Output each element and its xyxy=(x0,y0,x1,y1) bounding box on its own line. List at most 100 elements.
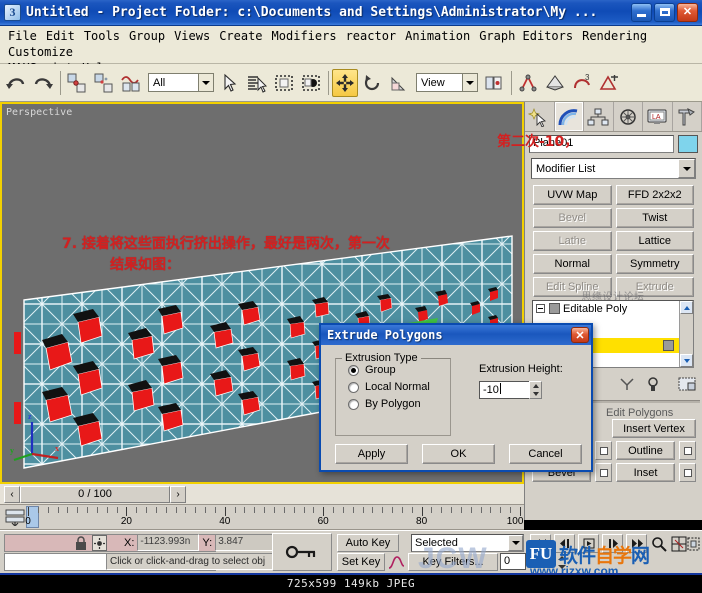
menu-item-tools[interactable]: Tools xyxy=(80,28,125,44)
previous-frame-button[interactable] xyxy=(554,534,575,553)
modifier-button-uvw-map[interactable]: UVW Map xyxy=(533,185,612,205)
set-key-button[interactable]: Set Key xyxy=(337,553,385,571)
radio-group-icon[interactable] xyxy=(348,364,359,376)
go-to-end-button[interactable] xyxy=(626,534,647,553)
next-frame-button[interactable] xyxy=(602,534,623,553)
select-and-scale-button[interactable] xyxy=(386,69,412,97)
outline-button[interactable]: Outline xyxy=(616,441,675,460)
ok-button[interactable]: OK xyxy=(422,444,495,464)
selection-lock-icon[interactable] xyxy=(74,536,88,551)
menu-item-rendering[interactable]: Rendering xyxy=(578,28,652,44)
cancel-button[interactable]: Cancel xyxy=(509,444,582,464)
snaps-toggle-button[interactable] xyxy=(515,69,541,97)
menu-item-file[interactable]: File xyxy=(4,28,42,44)
inset-button[interactable]: Inset xyxy=(616,463,675,482)
play-animation-button[interactable] xyxy=(578,534,599,553)
use-pivot-point-center-button[interactable] xyxy=(481,69,507,97)
dialog-close-button[interactable]: ✕ xyxy=(571,327,589,343)
maximize-button[interactable] xyxy=(654,3,675,22)
selection-filter-dropdown[interactable]: All xyxy=(148,73,214,92)
key-frame-input[interactable]: 0 xyxy=(500,553,526,570)
menu-item-graph-editors[interactable]: Graph Editors xyxy=(475,28,578,44)
modifier-button-twist[interactable]: Twist xyxy=(615,208,694,228)
modifier-button-symmetry[interactable]: Symmetry xyxy=(615,254,694,274)
absolute-relative-mode-icon[interactable] xyxy=(92,535,107,551)
expand-collapse-icon[interactable] xyxy=(536,304,545,313)
track-bar[interactable]: 0 20 40 60 80 100 xyxy=(0,505,524,530)
default-in-out-curves-icon[interactable] xyxy=(388,554,405,570)
menu-item-customize[interactable]: Customize xyxy=(4,44,78,60)
apply-button[interactable]: Apply xyxy=(335,444,408,464)
tab-modify[interactable] xyxy=(554,102,584,131)
array-button[interactable]: 3 xyxy=(569,69,595,97)
minimize-button[interactable] xyxy=(631,3,652,22)
configure-modifier-sets-icon[interactable] xyxy=(676,374,698,394)
x-coordinate-field[interactable]: -1123.993n xyxy=(137,534,200,551)
extrude-settings-button[interactable] xyxy=(595,441,612,460)
select-and-rotate-button[interactable] xyxy=(359,69,385,97)
tab-create[interactable] xyxy=(525,102,555,131)
select-and-link-button[interactable] xyxy=(64,69,90,97)
unlink-selection-button[interactable] xyxy=(91,69,117,97)
radio-local-normal-icon[interactable] xyxy=(348,381,359,393)
next-frame-arrow[interactable]: › xyxy=(170,485,186,503)
menu-item-animation[interactable]: Animation xyxy=(401,28,475,44)
menu-item-reactor[interactable]: reactor xyxy=(342,28,402,44)
extrusion-height-input[interactable]: -10 xyxy=(479,381,529,399)
key-filters-button[interactable]: Key Filters... xyxy=(408,553,498,571)
go-to-start-button[interactable] xyxy=(530,534,551,553)
modifier-button-normal[interactable]: Normal xyxy=(533,254,612,274)
extrusion-height-spinner[interactable] xyxy=(529,381,542,399)
inset-settings-button[interactable] xyxy=(679,463,696,482)
auto-key-button[interactable]: Auto Key xyxy=(337,534,399,552)
scroll-up-icon[interactable] xyxy=(680,301,693,314)
modifier-list-dropdown[interactable]: Modifier List xyxy=(531,158,696,179)
stack-row-editable-poly[interactable]: Editable Poly xyxy=(533,301,679,316)
menu-item-modifiers[interactable]: Modifiers xyxy=(268,28,342,44)
bevel-settings-button[interactable] xyxy=(595,463,612,482)
zoom-icon[interactable] xyxy=(648,534,669,553)
menu-item-views[interactable]: Views xyxy=(170,28,215,44)
tab-display[interactable]: LA xyxy=(643,102,673,131)
align-button[interactable] xyxy=(596,69,622,97)
select-object-button[interactable] xyxy=(217,69,243,97)
radio-by-polygon-icon[interactable] xyxy=(348,398,359,410)
mirror-button[interactable] xyxy=(542,69,568,97)
tab-hierarchy[interactable] xyxy=(584,102,614,131)
previous-frame-arrow[interactable]: ‹ xyxy=(4,485,20,503)
zoom-extents-icon[interactable] xyxy=(686,534,701,553)
modifier-button-ffd-2x2x2[interactable]: FFD 2x2x2 xyxy=(615,185,694,205)
menu-item-create[interactable]: Create xyxy=(215,28,267,44)
extrude-polygons-dialog[interactable]: Extrude Polygons ✕ Extrusion Type Group … xyxy=(319,323,593,472)
key-mode-toggle-icon[interactable] xyxy=(530,553,548,572)
undo-button[interactable] xyxy=(3,69,29,97)
select-and-move-button[interactable] xyxy=(332,68,358,97)
modifier-button-lattice[interactable]: Lattice xyxy=(615,231,694,251)
reference-coordinate-system-dropdown[interactable]: View xyxy=(416,73,478,92)
outline-settings-button[interactable] xyxy=(679,441,696,460)
circular-selection-region-button[interactable] xyxy=(298,69,324,97)
radio-row-group[interactable]: Group xyxy=(348,364,450,376)
object-color-swatch[interactable] xyxy=(678,135,698,153)
show-end-result-icon[interactable] xyxy=(642,374,664,394)
radio-row-by-polygon[interactable]: By Polygon xyxy=(348,398,450,410)
open-mini-curve-editor-icon[interactable] xyxy=(4,508,26,526)
current-frame-display[interactable]: 0 / 100 xyxy=(20,485,170,503)
object-name-input[interactable]: Plane01 xyxy=(529,135,674,153)
set-key-toggle-button[interactable] xyxy=(272,533,332,571)
tab-motion[interactable] xyxy=(614,102,643,131)
insert-vertex-button[interactable]: Insert Vertex xyxy=(612,419,696,438)
bind-to-space-warp-button[interactable] xyxy=(118,69,144,97)
radio-row-local-normal[interactable]: Local Normal xyxy=(348,381,450,393)
key-frame-spinner[interactable] xyxy=(556,553,568,571)
close-window-button[interactable]: ✕ xyxy=(677,3,698,22)
named-selection-set-dropdown[interactable]: Selected xyxy=(411,534,524,552)
select-by-name-button[interactable] xyxy=(244,69,270,97)
y-coordinate-field[interactable]: 3.847 xyxy=(215,534,278,551)
stack-scrollbar[interactable] xyxy=(679,301,693,367)
menu-item-edit[interactable]: Edit xyxy=(42,28,80,44)
scroll-down-icon[interactable] xyxy=(680,354,693,367)
redo-button[interactable] xyxy=(30,69,56,97)
menu-item-group[interactable]: Group xyxy=(125,28,170,44)
pin-stack-icon[interactable] xyxy=(616,374,638,394)
